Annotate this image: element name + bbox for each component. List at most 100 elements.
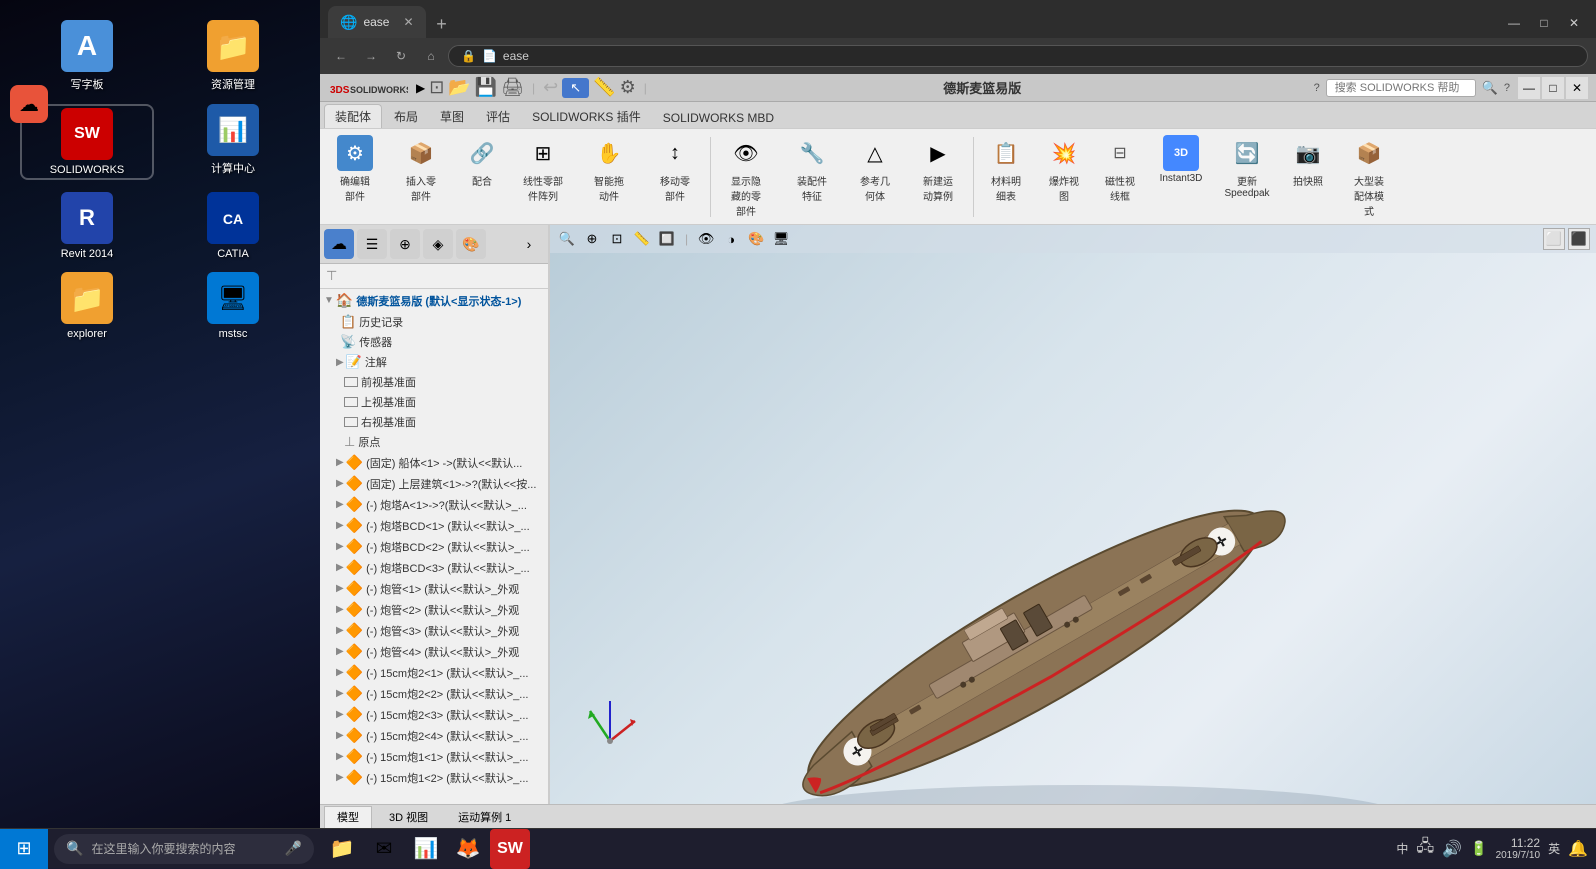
sw-panel-tab-config[interactable]: ◈ <box>423 229 453 259</box>
tree-item-comp-7[interactable]: ▶🔶(-) 炮管<2> (默认<<默认>_外观 <box>320 599 548 620</box>
sw-measure-icon[interactable]: 📏 <box>593 77 615 98</box>
sw-cursor-tool[interactable]: ↖ <box>562 78 589 98</box>
browser-tab-active[interactable]: 🌐 ease ✕ <box>328 6 426 38</box>
tree-item-comp-14[interactable]: ▶🔶(-) 15cm炮1<1> (默认<<默认>_... <box>320 746 548 767</box>
sw-print-icon[interactable]: 🖨 <box>501 77 524 98</box>
sw-panel-tab-property[interactable]: ⊕ <box>390 229 420 259</box>
tree-item-top-plane[interactable]: 上视基准面 <box>320 392 548 412</box>
sw-search-input[interactable] <box>1326 79 1476 97</box>
sw-btn-assembly-feature[interactable]: 🔧 装配件特征 <box>781 133 843 205</box>
vp-color-icon[interactable]: 🎨 <box>745 228 767 250</box>
close-button[interactable]: ✕ <box>1560 12 1588 34</box>
tree-item-comp-9[interactable]: ▶🔶(-) 炮管<4> (默认<<默认>_外观 <box>320 641 548 662</box>
desktop-icon-notepad[interactable]: A 写字板 <box>20 20 154 92</box>
tree-item-history[interactable]: 📋 历史记录 <box>320 312 548 332</box>
taskbar-app-firefox[interactable]: 🦊 <box>448 829 488 869</box>
sw-tab-sketch[interactable]: 草图 <box>430 105 474 128</box>
tree-item-root[interactable]: ▼ 🏠 德斯麦篮易版 (默认<显示状态-1>) <box>320 289 548 312</box>
vp-display2-icon[interactable]: 🖥 <box>770 228 792 250</box>
sw-tab-assembly[interactable]: 装配体 <box>324 104 382 128</box>
sw-btn-edit-component[interactable]: ⚙ 确编辑部件 <box>324 133 386 205</box>
sw-btn-pattern[interactable]: ⊞ 线性零部件阵列 <box>512 133 574 205</box>
desktop-icon-explorer[interactable]: 📁 explorer <box>20 272 154 340</box>
sw-settings-icon[interactable]: ⚙ <box>620 77 636 98</box>
maximize-button[interactable]: □ <box>1530 12 1558 34</box>
vp-filter-icon[interactable]: ⊡ <box>606 228 628 250</box>
tree-item-annotations[interactable]: ▶ 📝 注解 <box>320 352 548 372</box>
sw-tab-mbd[interactable]: SOLIDWORKS MBD <box>653 108 784 128</box>
tree-item-sensors[interactable]: 📡 传感器 <box>320 332 548 352</box>
taskbar-app-ppt[interactable]: 📊 <box>406 829 446 869</box>
tree-item-comp-13[interactable]: ▶🔶(-) 15cm炮2<4> (默认<<默认>_... <box>320 725 548 746</box>
forward-button[interactable]: → <box>358 43 384 69</box>
back-button[interactable]: ← <box>328 43 354 69</box>
desktop-icon-files[interactable]: 📁 资源管理 <box>166 20 300 92</box>
vp-single-view[interactable]: ⬜ <box>1543 228 1565 250</box>
refresh-button[interactable]: ↻ <box>388 43 414 69</box>
tree-item-comp-12[interactable]: ▶🔶(-) 15cm炮2<3> (默认<<默认>_... <box>320 704 548 725</box>
tree-item-comp-6[interactable]: ▶🔶(-) 炮管<1> (默认<<默认>_外观 <box>320 578 548 599</box>
vp-select-icon[interactable]: ⊕ <box>581 228 603 250</box>
sw-max-btn[interactable]: □ <box>1542 77 1564 99</box>
sw-open-icon[interactable]: 📂 <box>448 77 470 98</box>
tray-clock[interactable]: 11:22 2019/7/10 <box>1496 836 1541 861</box>
sw-undo-icon[interactable]: ↩ <box>543 77 558 98</box>
sw-bottom-tab-3d[interactable]: 3D 视图 <box>376 806 441 828</box>
start-button[interactable]: ⊞ <box>0 829 48 869</box>
sw-feature-tree[interactable]: ▼ 🏠 德斯麦篮易版 (默认<显示状态-1>) 📋 历史记录 📡 传感器 <box>320 289 548 804</box>
sw-tab-evaluate[interactable]: 评估 <box>476 105 520 128</box>
sw-btn-snapshot[interactable]: 📷 拍快照 <box>1282 133 1334 190</box>
desktop-icon-mstsc[interactable]: 🖥 mstsc <box>166 272 300 340</box>
taskbar-app-files[interactable]: 📁 <box>322 829 362 869</box>
vp-measure-icon[interactable]: 📏 <box>631 228 653 250</box>
taskbar-search[interactable]: 🔍 在这里输入你要搜索的内容 🎤 <box>54 834 314 864</box>
sw-panel-tab-display[interactable]: 🎨 <box>456 229 486 259</box>
sw-close-btn[interactable]: ✕ <box>1566 77 1588 99</box>
tree-item-right-plane[interactable]: 右视基准面 <box>320 412 548 432</box>
sw-tab-plugins[interactable]: SOLIDWORKS 插件 <box>522 105 651 128</box>
tree-item-comp-2[interactable]: ▶🔶(-) 炮塔A<1>->?(默认<<默认>_... <box>320 494 548 515</box>
sw-btn-instant3d[interactable]: 3D Instant3D <box>1150 133 1212 186</box>
sw-bottom-tab-model[interactable]: 模型 <box>324 806 372 828</box>
tree-item-comp-5[interactable]: ▶🔶(-) 炮塔BCD<3> (默认<<默认>_... <box>320 557 548 578</box>
home-button[interactable]: ⌂ <box>418 43 444 69</box>
sw-btn-mate[interactable]: 🔗 配合 <box>456 133 508 190</box>
vp-split-view[interactable]: ⬛ <box>1568 228 1590 250</box>
sw-viewport[interactable]: 🔍 ⊕ ⊡ 📏 🔲 | 👁 ◑ 🎨 🖥 ⬜ ⬛ <box>550 225 1596 804</box>
sw-btn-large-assembly[interactable]: 📦 大型装配体模式 <box>1338 133 1400 220</box>
tree-item-comp-0[interactable]: ▶🔶(固定) 船体<1> ->(默认<<默认... <box>320 452 548 473</box>
sw-btn-move[interactable]: ↕ 移动零部件 <box>644 133 706 205</box>
tree-item-comp-1[interactable]: ▶🔶(固定) 上层建筑<1>->?(默认<<按... <box>320 473 548 494</box>
desktop-icon-revit[interactable]: R Revit 2014 <box>20 192 154 260</box>
sw-btn-speedpak[interactable]: 🔄 更新Speedpak <box>1216 133 1278 201</box>
sw-btn-new-motion[interactable]: ▶ 新建运动算例 <box>907 133 969 205</box>
vp-view-icon[interactable]: 👁 <box>695 228 717 250</box>
vp-display-icon[interactable]: 🔲 <box>656 228 678 250</box>
tree-item-comp-10[interactable]: ▶🔶(-) 15cm炮2<1> (默认<<默认>_... <box>320 662 548 683</box>
sw-search-icon[interactable]: 🔍 <box>1482 80 1498 96</box>
sw-new-icon[interactable]: ⊡ <box>429 77 444 98</box>
desktop-icon-catia[interactable]: CA CATIA <box>166 192 300 260</box>
tree-item-origin[interactable]: ⊥ 原点 <box>320 432 548 452</box>
sw-tab-layout[interactable]: 布局 <box>384 105 428 128</box>
tree-item-comp-4[interactable]: ▶🔶(-) 炮塔BCD<2> (默认<<默认>_... <box>320 536 548 557</box>
sw-min-btn[interactable]: — <box>1518 77 1540 99</box>
taskbar-app-mail[interactable]: ✉ <box>364 829 404 869</box>
sw-menu-arrow[interactable]: ▶ <box>416 81 425 95</box>
vp-search-icon[interactable]: 🔍 <box>556 228 578 250</box>
sw-btn-bom[interactable]: 📋 材料明细表 <box>978 133 1034 205</box>
tree-item-front-plane[interactable]: 前视基准面 <box>320 372 548 392</box>
tree-item-comp-11[interactable]: ▶🔶(-) 15cm炮2<2> (默认<<默认>_... <box>320 683 548 704</box>
sw-btn-magnetic[interactable]: ⊟ 磁性视线框 <box>1094 133 1146 205</box>
tray-notifications[interactable]: 🔔 <box>1568 839 1588 859</box>
new-tab-button[interactable]: + <box>426 10 458 38</box>
tree-item-comp-15[interactable]: ▶🔶(-) 15cm炮1<2> (默认<<默认>_... <box>320 767 548 788</box>
browser-tab-close[interactable]: ✕ <box>403 15 413 29</box>
sw-panel-expand[interactable]: › <box>514 229 544 259</box>
taskbar-app-sw[interactable]: SW <box>490 829 530 869</box>
cloud-icon[interactable]: ☁ <box>10 85 48 123</box>
url-bar[interactable]: 🔒 📄 ease <box>448 45 1588 67</box>
sw-btn-insert[interactable]: 📦 插入零部件 <box>390 133 452 205</box>
vp-shading-icon[interactable]: ◑ <box>720 228 742 250</box>
desktop-icon-calc[interactable]: 📊 计算中心 <box>166 104 300 180</box>
